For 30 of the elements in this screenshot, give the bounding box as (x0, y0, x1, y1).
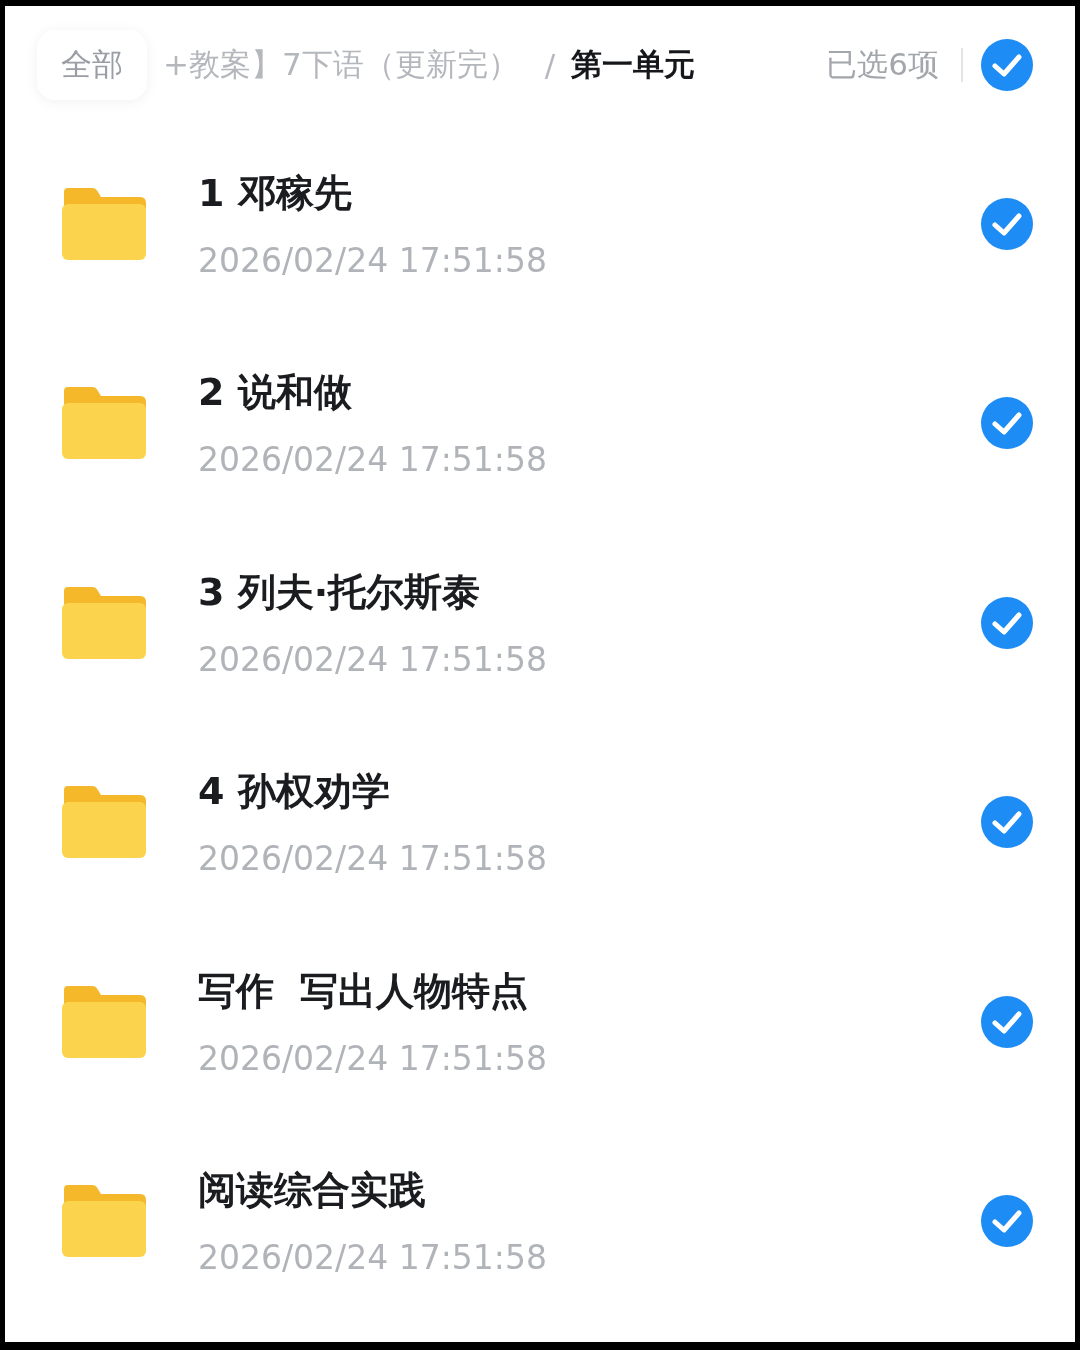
breadcrumb-separator: / (544, 47, 556, 83)
checkbox[interactable] (981, 197, 1033, 250)
current-folder: 第一单元 (571, 45, 696, 84)
modified-date: 2026/02/24 17:51:58 (198, 639, 548, 679)
folder-name: 3 列夫·托尔斯泰 (198, 568, 482, 616)
modified-date: 2026/02/24 17:51:58 (198, 1238, 548, 1278)
folder-icon (60, 784, 148, 861)
selected-count: 已选6项 (826, 45, 939, 84)
modified-date: 2026/02/24 17:51:58 (198, 839, 548, 879)
checkbox[interactable] (981, 1195, 1033, 1248)
folder-name: 4 孙权劝学 (198, 768, 391, 816)
folder-name: 写作 写出人物特点 (198, 967, 530, 1015)
checkbox[interactable] (981, 397, 1033, 450)
folder-name: 阅读综合实践 (198, 1167, 427, 1215)
checkbox[interactable] (981, 995, 1033, 1048)
folder-name: 2 说和做 (198, 369, 353, 417)
folder-icon (60, 1183, 148, 1260)
modified-date: 2026/02/24 17:51:58 (198, 440, 548, 480)
checkbox[interactable] (981, 796, 1033, 849)
root-tab[interactable]: 全部 (37, 30, 147, 100)
checkbox[interactable] (981, 596, 1033, 649)
folder-name: 1 邓稼先 (198, 169, 353, 217)
folder-icon (60, 983, 148, 1060)
folder-icon (60, 584, 148, 661)
modified-date: 2026/02/24 17:51:58 (198, 240, 548, 280)
checkbox[interactable] (981, 39, 1033, 91)
folder-icon (60, 385, 148, 462)
folder-icon (60, 185, 148, 262)
breadcrumb-link[interactable]: +教案】7下语（更新完） (163, 44, 519, 86)
modified-date: 2026/02/24 17:51:58 (198, 1038, 548, 1078)
